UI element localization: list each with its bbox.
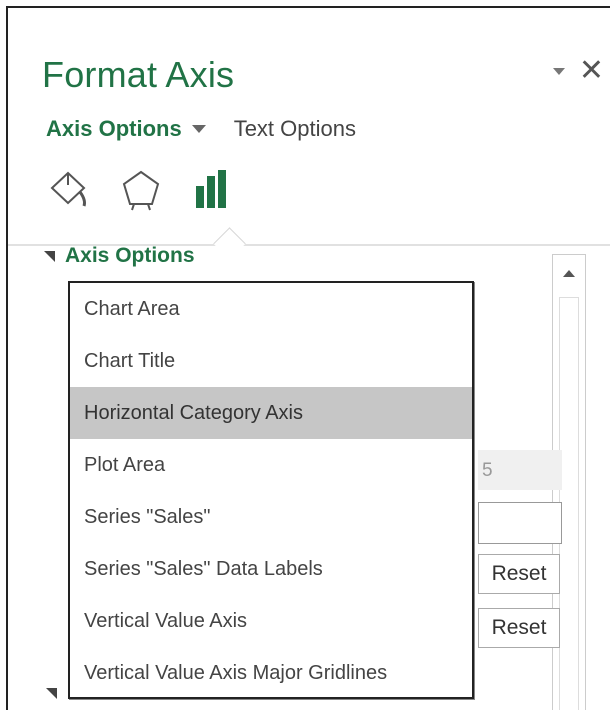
axis-options-button[interactable] — [190, 166, 236, 212]
fill-line-icon — [50, 171, 86, 207]
fill-line-button[interactable] — [46, 166, 92, 212]
menu-item-chart-title[interactable]: Chart Title — [70, 335, 472, 387]
effects-pentagon-icon — [122, 170, 160, 211]
active-icon-pointer — [213, 227, 246, 260]
scroll-up-button[interactable] — [553, 255, 585, 291]
menu-item-series-sales[interactable]: Series "Sales" — [70, 491, 472, 543]
menu-item-horizontal-category-axis[interactable]: Horizontal Category Axis — [70, 387, 472, 439]
pane-title: Format Axis — [42, 54, 235, 95]
collapse-triangle-icon-bottom[interactable] — [46, 688, 57, 699]
menu-item-vertical-value-axis[interactable]: Vertical Value Axis — [70, 595, 472, 647]
close-icon[interactable]: ✕ — [579, 56, 604, 86]
tab-text-options[interactable]: Text Options — [234, 116, 356, 142]
reset-button[interactable]: Reset — [478, 554, 560, 594]
background-input-field[interactable] — [478, 502, 562, 544]
menu-item-vertical-value-axis-major-gridlines[interactable]: Vertical Value Axis Major Gridlines — [70, 647, 472, 699]
scroll-up-arrow-icon — [563, 269, 575, 277]
section-label: Axis Options — [65, 244, 195, 267]
axis-options-dropdown-icon[interactable] — [191, 125, 206, 133]
axis-options-bars-icon — [196, 170, 226, 208]
chart-elements-dropdown-menu: Chart Area Chart Title Horizontal Catego… — [68, 281, 474, 699]
menu-item-chart-area[interactable]: Chart Area — [70, 283, 472, 335]
menu-item-series-sales-data-labels[interactable]: Series "Sales" Data Labels — [70, 543, 472, 595]
tab-axis-options[interactable]: Axis Options — [46, 116, 182, 142]
menu-item-plot-area[interactable]: Plot Area — [70, 439, 472, 491]
category-icon-row — [46, 166, 236, 212]
scroll-thumb[interactable] — [559, 297, 579, 710]
task-pane-options-icon[interactable] — [552, 67, 565, 75]
collapse-triangle-icon — [44, 250, 55, 262]
reset-button-2[interactable]: Reset — [478, 608, 560, 648]
background-partial-value: 5 — [482, 460, 493, 481]
options-tab-row: Axis Options Text Options — [46, 116, 356, 142]
axis-options-section-header[interactable]: Axis Options — [44, 244, 195, 268]
effects-button[interactable] — [118, 166, 164, 212]
pane-controls: ✕ — [552, 56, 604, 86]
